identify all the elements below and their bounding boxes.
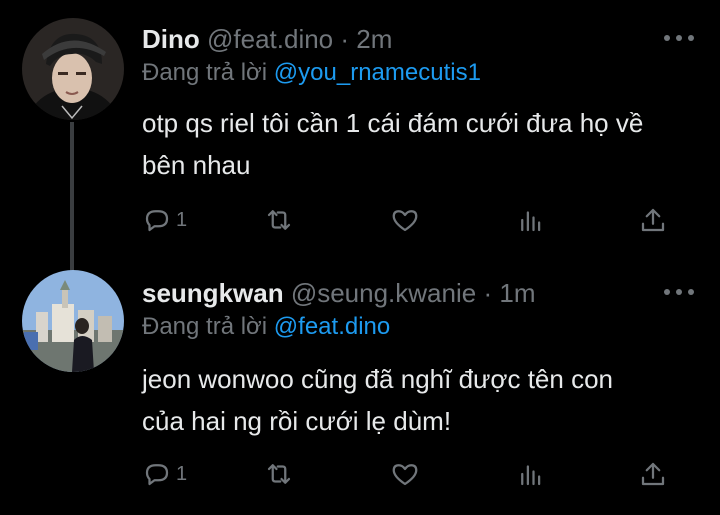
share-button[interactable]: [638, 454, 668, 494]
avatar[interactable]: [22, 18, 124, 120]
like-button[interactable]: [390, 200, 420, 240]
username[interactable]: @seung.kwanie: [291, 278, 476, 308]
username[interactable]: @feat.dino: [207, 24, 333, 54]
retweet-button[interactable]: [264, 200, 294, 240]
share-icon: [641, 462, 665, 486]
tweet-header: Dino @feat.dino · 2m: [142, 24, 392, 54]
retweet-icon: [267, 210, 291, 230]
display-name[interactable]: Dino: [142, 24, 200, 54]
display-name[interactable]: seungkwan: [142, 278, 284, 308]
replying-to-label: Đang trả lời: [142, 59, 268, 86]
tweet-text: otp qs riel tôi cần 1 cái đám cưới đưa h…: [142, 102, 702, 186]
retweet-icon: [267, 464, 291, 484]
action-bar: 1: [142, 454, 682, 494]
more-icon[interactable]: [664, 282, 694, 302]
like-button[interactable]: [390, 454, 420, 494]
tweet[interactable]: seungkwan @seung.kwanie · 1m Đang trả lờ…: [0, 258, 720, 515]
reply-button[interactable]: 1: [142, 200, 187, 240]
views-button[interactable]: [516, 200, 546, 240]
tweet[interactable]: Dino @feat.dino · 2m Đang trả lời @you_r…: [0, 0, 720, 260]
views-button[interactable]: [516, 454, 546, 494]
tweet-header: seungkwan @seung.kwanie · 1m: [142, 278, 535, 308]
share-icon: [641, 208, 665, 232]
action-bar: 1: [142, 200, 682, 240]
reply-icon: [145, 210, 169, 232]
retweet-button[interactable]: [264, 454, 294, 494]
replying-to: Đang trả lời @you_rnamecutis1: [142, 58, 481, 88]
tweet-text-line: otp qs riel tôi cần 1 cái đám cưới đưa h…: [142, 108, 644, 138]
reply-icon: [145, 464, 169, 486]
replying-to-handle[interactable]: @you_rnamecutis1: [274, 59, 481, 86]
replying-to-handle[interactable]: @feat.dino: [274, 313, 390, 340]
share-button[interactable]: [638, 200, 668, 240]
separator: ·: [340, 24, 350, 54]
replying-to-label: Đang trả lời: [142, 313, 268, 340]
tweet-text-line: bên nhau: [142, 150, 251, 180]
tweet-text: jeon wonwoo cũng đã nghĩ được tên con củ…: [142, 358, 702, 442]
reply-count: 1: [176, 462, 188, 485]
views-icon: [521, 465, 541, 486]
tweet-text-line: của hai ng rồi cưới lẹ dùm!: [142, 406, 452, 436]
tweet-text-line: jeon wonwoo cũng đã nghĩ được tên con: [142, 364, 613, 394]
reply-count: 1: [176, 208, 188, 231]
like-icon: [392, 210, 418, 232]
like-icon: [392, 464, 418, 486]
more-icon[interactable]: [664, 28, 694, 48]
separator: ·: [483, 278, 493, 308]
timestamp[interactable]: 1m: [499, 278, 535, 308]
timestamp[interactable]: 2m: [356, 24, 392, 54]
avatar[interactable]: [22, 270, 124, 372]
views-icon: [521, 211, 541, 232]
reply-button[interactable]: 1: [142, 454, 187, 494]
replying-to: Đang trả lời @feat.dino: [142, 312, 390, 342]
